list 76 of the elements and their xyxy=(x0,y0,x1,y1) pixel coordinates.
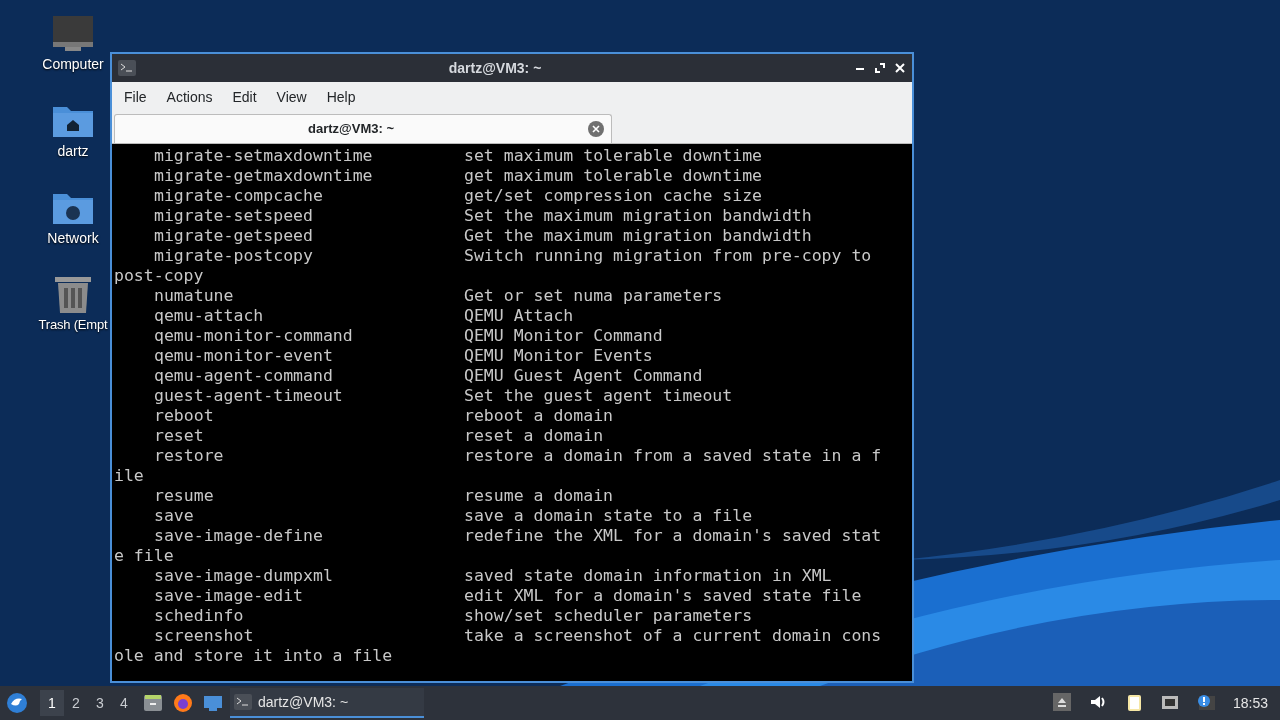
command-name: qemu-monitor-command xyxy=(153,326,354,346)
command-name: migrate-compcache xyxy=(153,186,324,206)
workspace-button[interactable]: 2 xyxy=(64,690,88,716)
desktop-icon[interactable] xyxy=(203,693,223,713)
close-icon[interactable] xyxy=(894,62,906,74)
wrapped-text: e file xyxy=(114,546,174,566)
command-description: edit XML for a domain's saved state file xyxy=(464,586,862,606)
command-name: save-image-define xyxy=(153,526,324,546)
menu-item[interactable]: Actions xyxy=(156,86,223,108)
taskbar-task[interactable]: dartz@VM3: ~ xyxy=(230,688,424,718)
command-description: saved state domain information in XML xyxy=(464,566,832,586)
command-description: take a screenshot of a current domain cons xyxy=(464,626,882,646)
icon-label[interactable]: Trash (Empt xyxy=(38,315,108,335)
command-name: qemu-monitor-event xyxy=(153,346,334,366)
command-description: Switch running migration from pre-copy to xyxy=(464,246,872,266)
command-description: save a domain state to a file xyxy=(464,506,753,526)
command-name: numatune xyxy=(153,286,235,306)
command-name: schedinfo xyxy=(153,606,245,626)
command-description: QEMU Monitor Events xyxy=(464,346,653,366)
command-description: reboot a domain xyxy=(464,406,613,426)
command-description: Get the maximum migration bandwidth xyxy=(464,226,812,246)
command-description: QEMU Attach xyxy=(464,306,574,326)
command-name: migrate-setmaxdowntime xyxy=(153,146,374,166)
menu-item[interactable]: View xyxy=(266,86,317,108)
command-description: get maximum tolerable downtime xyxy=(464,166,762,186)
terminal-icon xyxy=(234,694,252,710)
command-name: save-image-dumpxml xyxy=(153,566,334,586)
command-name: resume xyxy=(153,486,215,506)
workspace-button[interactable]: 3 xyxy=(88,690,112,716)
icon-label[interactable]: Network xyxy=(47,228,99,249)
wrapped-text: ile xyxy=(114,466,144,486)
browser-icon[interactable] xyxy=(173,693,193,713)
command-name: save xyxy=(153,506,195,526)
notification-icon[interactable] xyxy=(1196,693,1217,713)
command-name: migrate-postcopy xyxy=(153,246,314,266)
workspace-button[interactable]: 1 xyxy=(40,690,64,716)
command-description: Set the maximum migration bandwidth xyxy=(464,206,812,226)
command-name: migrate-getspeed xyxy=(153,226,314,246)
menu-item[interactable]: Help xyxy=(316,86,366,108)
command-description: Set the guest agent timeout xyxy=(464,386,733,406)
command-description: QEMU Monitor Command xyxy=(464,326,663,346)
menu-item[interactable]: Edit xyxy=(222,86,267,108)
wrapped-text: ole and store it into a file xyxy=(114,646,393,666)
computer-icon[interactable] xyxy=(51,14,95,54)
command-description: resume a domain xyxy=(464,486,613,506)
command-description: get/set compression cache size xyxy=(464,186,762,206)
menu-item[interactable]: File xyxy=(114,86,157,108)
command-name: guest-agent-timeout xyxy=(153,386,344,406)
terminal-icon xyxy=(118,60,136,76)
icon-label[interactable]: Computer xyxy=(42,54,104,75)
command-name: qemu-attach xyxy=(153,306,265,326)
eject-icon[interactable] xyxy=(1052,693,1073,713)
command-name: save-image-edit xyxy=(153,586,304,606)
workspace-button[interactable]: 4 xyxy=(112,690,136,716)
command-description: QEMU Guest Agent Command xyxy=(464,366,703,386)
clock[interactable]: 18:53 xyxy=(1232,692,1268,714)
command-description: reset a domain xyxy=(464,426,604,446)
file-cabinet-icon[interactable] xyxy=(143,693,163,713)
command-name: migrate-setspeed xyxy=(153,206,314,226)
maximize-icon[interactable] xyxy=(874,62,886,74)
command-description: show/set scheduler parameters xyxy=(464,606,753,626)
wrapped-text: post-copy xyxy=(114,266,204,286)
command-name: reset xyxy=(153,426,205,446)
icon-label[interactable]: dartz xyxy=(57,141,89,162)
command-description: Get or set numa parameters xyxy=(464,286,723,306)
command-description: set maximum tolerable downtime xyxy=(464,146,762,166)
window-title: dartz@VM3: ~ xyxy=(447,58,543,78)
command-name: restore xyxy=(153,446,225,466)
tab[interactable]: dartz@VM3: ~ xyxy=(114,114,612,143)
command-name: migrate-getmaxdowntime xyxy=(153,166,374,186)
bird-logo-icon[interactable] xyxy=(6,692,28,714)
command-description: restore a domain from a saved state in a f xyxy=(464,446,882,466)
command-name: reboot xyxy=(153,406,215,426)
command-name: screenshot xyxy=(153,626,255,646)
command-description: redefine the XML for a domain's saved stat xyxy=(464,526,882,546)
command-name: qemu-agent-command xyxy=(153,366,334,386)
